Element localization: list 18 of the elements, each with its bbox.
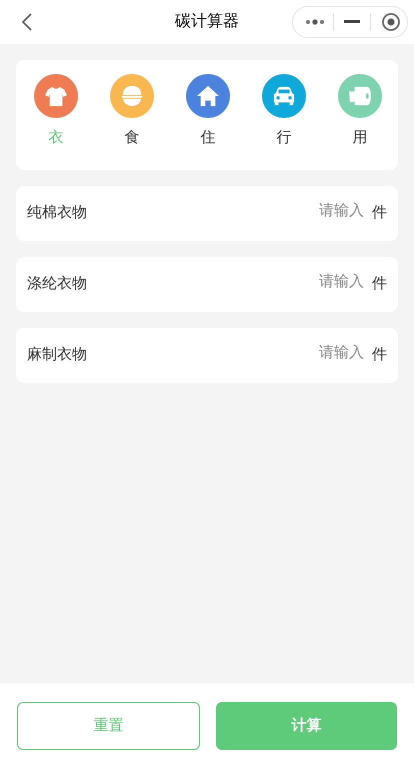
unit-label: 件 — [372, 345, 387, 366]
category-tab[interactable]: 食 — [106, 74, 158, 170]
category-tab[interactable]: 住 — [182, 74, 234, 170]
close-icon[interactable] — [381, 12, 401, 32]
input-field[interactable]: 请输入 — [294, 271, 364, 294]
back-icon[interactable] — [21, 12, 33, 32]
input-field[interactable]: 请输入 — [294, 200, 364, 223]
item-label: 麻制衣物 — [27, 345, 87, 366]
minimize-icon[interactable] — [344, 20, 360, 24]
category-tab[interactable]: 用 — [334, 74, 386, 170]
item-label: 涤纶衣物 — [27, 274, 87, 294]
input-field[interactable]: 请输入 — [294, 342, 364, 365]
item-label: 纯棉衣物 — [27, 203, 87, 224]
window-title: 碳计算器 — [175, 12, 239, 32]
unit-label: 件 — [372, 274, 387, 294]
unit-label: 件 — [372, 203, 387, 224]
category-tab[interactable]: 行 — [258, 74, 310, 170]
more-icon[interactable] — [305, 18, 325, 26]
